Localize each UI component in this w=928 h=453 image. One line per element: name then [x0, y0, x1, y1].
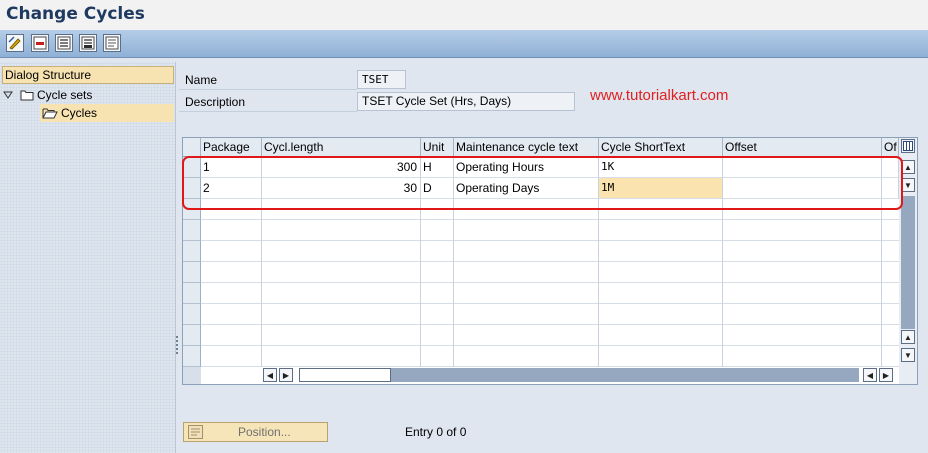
- row-selector[interactable]: [183, 220, 201, 241]
- cell-offset[interactable]: [723, 178, 882, 199]
- delete-icon[interactable]: [31, 34, 49, 52]
- description-field: TSET Cycle Set (Hrs, Days): [357, 92, 575, 111]
- column-divider: [420, 199, 421, 367]
- deselect-all-icon[interactable]: [103, 34, 121, 52]
- expand-arrow-icon[interactable]: [2, 89, 14, 101]
- cell-unit[interactable]: D: [421, 178, 454, 199]
- watermark-text: www.tutorialkart.com: [590, 87, 729, 104]
- cell-maintenance-cycle-text[interactable]: Operating Days: [454, 178, 599, 199]
- cell-maintenance-cycle-text[interactable]: Operating Hours: [454, 157, 599, 178]
- scroll-track-horizontal[interactable]: [391, 368, 859, 382]
- cell-cycle-shorttext[interactable]: 1K: [599, 157, 723, 178]
- column-header-package[interactable]: Package: [201, 138, 262, 157]
- row-selector[interactable]: [183, 178, 201, 199]
- table-corner[interactable]: [183, 138, 201, 157]
- row-selector[interactable]: [183, 325, 201, 346]
- scroll-thumb-horizontal[interactable]: [299, 368, 391, 382]
- position-button[interactable]: Position...: [183, 422, 328, 442]
- application-toolbar: [0, 30, 928, 58]
- position-icon: [188, 425, 203, 439]
- scroll-page-down-icon[interactable]: ▼: [901, 178, 915, 192]
- cell-offset[interactable]: [723, 157, 882, 178]
- column-header-unit[interactable]: Unit: [421, 138, 454, 157]
- row-selector[interactable]: [183, 346, 201, 367]
- column-header-maintenance-cycle-text[interactable]: Maintenance cycle text: [454, 138, 599, 157]
- cycles-table: Package Cycl.length Unit Maintenance cyc…: [182, 137, 918, 385]
- row-selector[interactable]: [183, 283, 201, 304]
- select-block-icon[interactable]: [79, 34, 97, 52]
- open-folder-icon: [42, 107, 58, 119]
- cell-package[interactable]: 2: [201, 178, 262, 199]
- column-divider: [722, 199, 723, 367]
- column-header-cycl-length[interactable]: Cycl.length: [262, 138, 421, 157]
- description-label: Description: [179, 93, 357, 112]
- display-change-icon[interactable]: [6, 34, 24, 52]
- tree-item-cycles[interactable]: Cycles: [40, 104, 174, 122]
- column-header-offset[interactable]: Offset: [723, 138, 882, 157]
- row-selector[interactable]: [183, 199, 201, 220]
- dialog-structure-header: Dialog Structure: [2, 66, 174, 84]
- scroll-left-end-icon[interactable]: ◀: [863, 368, 877, 382]
- column-settings-icon[interactable]: [901, 139, 915, 153]
- title-bar: Change Cycles: [0, 0, 928, 30]
- cell-cycl-length[interactable]: 300: [262, 157, 421, 178]
- name-label: Name: [179, 71, 357, 90]
- scroll-right-icon[interactable]: ▶: [279, 368, 293, 382]
- main-content: Name TSET Description TSET Cycle Set (Hr…: [179, 62, 928, 453]
- empty-rows: [201, 199, 899, 367]
- cell-cycle-shorttext-active[interactable]: 1M: [599, 178, 723, 199]
- column-divider: [881, 199, 882, 367]
- cell-unit[interactable]: H: [421, 157, 454, 178]
- scroll-up-icon[interactable]: ▲: [901, 160, 915, 174]
- scroll-left-icon[interactable]: ◀: [263, 368, 277, 382]
- horizontal-scrollbar[interactable]: ◀ ▶ ◀ ▶: [263, 367, 899, 383]
- tree-item-label: Cycle sets: [37, 88, 93, 102]
- cell-package[interactable]: 1: [201, 157, 262, 178]
- cell-of[interactable]: [882, 157, 899, 178]
- column-divider: [598, 199, 599, 367]
- column-header-cycle-shorttext[interactable]: Cycle ShortText: [599, 138, 723, 157]
- position-button-label: Position...: [238, 425, 291, 439]
- select-all-icon[interactable]: [55, 34, 73, 52]
- column-divider: [453, 199, 454, 367]
- scroll-page-up-icon[interactable]: ▲: [901, 330, 915, 344]
- scroll-thumb[interactable]: [901, 196, 915, 329]
- scroll-down-icon[interactable]: ▼: [901, 348, 915, 362]
- tree-item-label: Cycles: [61, 106, 98, 120]
- tree-item-cycle-sets[interactable]: Cycle sets: [2, 86, 92, 104]
- vertical-scrollbar[interactable]: ▲ ▼ ▲ ▼: [899, 138, 917, 384]
- entry-counter: Entry 0 of 0: [405, 425, 467, 439]
- row-selector[interactable]: [183, 304, 201, 325]
- row-selector[interactable]: [183, 262, 201, 283]
- name-field: TSET: [357, 70, 406, 89]
- row-selector[interactable]: [183, 241, 201, 262]
- dialog-structure-panel: Dialog Structure Cycle sets Cycles: [0, 62, 176, 453]
- page-title: Change Cycles: [6, 4, 145, 24]
- folder-icon: [20, 89, 34, 101]
- row-selector[interactable]: [183, 157, 201, 178]
- cell-of[interactable]: [882, 178, 899, 199]
- column-header-of[interactable]: Of: [882, 138, 899, 157]
- column-divider: [261, 199, 262, 367]
- scroll-right-end-icon[interactable]: ▶: [879, 368, 893, 382]
- cell-cycl-length[interactable]: 30: [262, 178, 421, 199]
